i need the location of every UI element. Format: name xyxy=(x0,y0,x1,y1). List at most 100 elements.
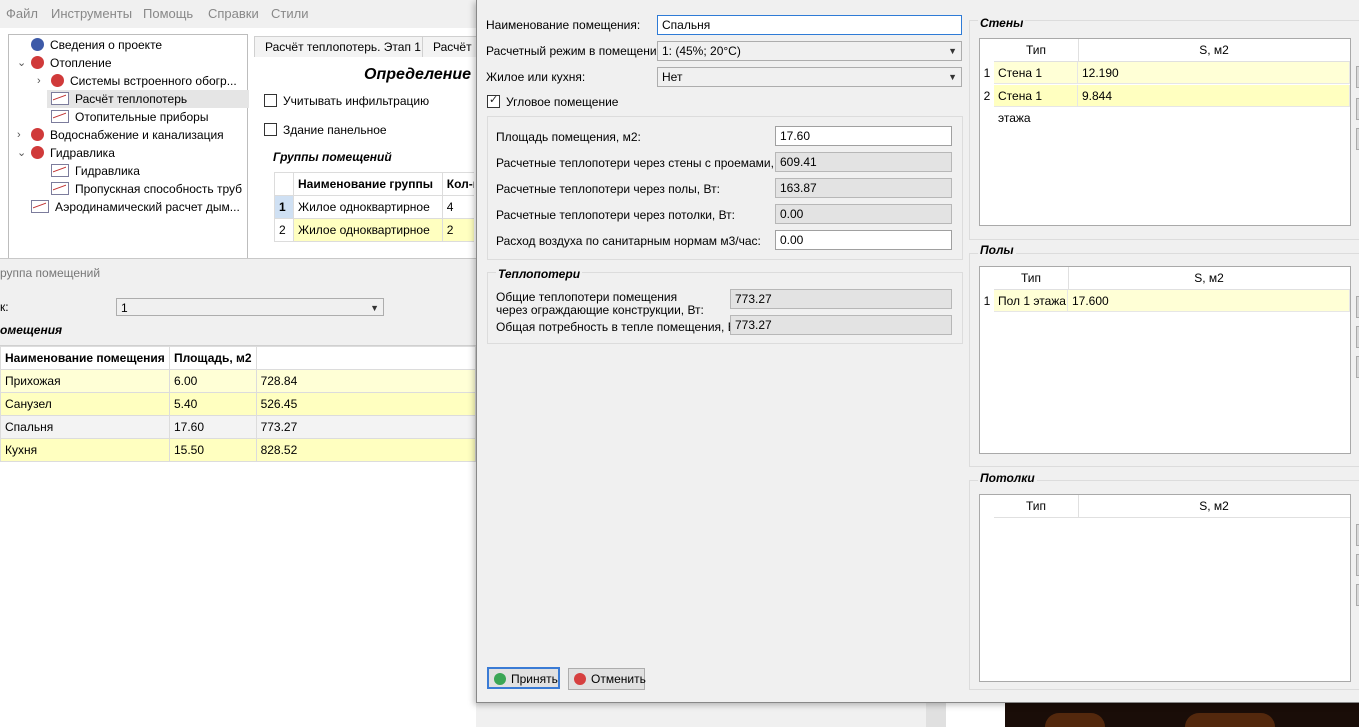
walls-loss-value: 609.41 xyxy=(775,152,952,172)
chart-icon xyxy=(31,200,49,213)
chart-icon xyxy=(51,164,69,177)
accept-button[interactable]: Принять xyxy=(487,667,560,689)
infiltration-checkbox[interactable]: Учитывать инфильтрацию xyxy=(264,94,429,108)
check-icon xyxy=(494,673,506,685)
room-dialog: Наименование помещения: Спальня Расчетны… xyxy=(476,0,1359,703)
tree-item-water-supply[interactable]: › Водоснабжение и канализация xyxy=(17,126,224,144)
tree-item-hydraulics[interactable]: Гидравлика xyxy=(51,162,140,180)
col-area: S, м2 xyxy=(1078,39,1350,62)
area-label: Площадь помещения, м2: xyxy=(496,130,641,144)
rooms-table[interactable]: Наименование помещения Площадь, м2 Прихо… xyxy=(0,345,477,728)
page-title: Определение xyxy=(364,66,472,83)
table-row[interactable]: Санузел 5.40 526.45 xyxy=(0,392,477,416)
walls-loss-label: Расчетные теплопотери через стены с прое… xyxy=(496,156,794,170)
air-flow-label: Расход воздуха по санитарным нормам м3/ч… xyxy=(496,234,761,248)
col-area: S, м2 xyxy=(1068,267,1350,290)
living-select[interactable]: Нет ▼ xyxy=(657,67,962,87)
total-need-value: 773.27 xyxy=(730,315,952,335)
col-area: Площадь, м2 xyxy=(169,346,257,370)
rooms-section-title: омещения xyxy=(0,323,63,337)
chevron-down-icon: ▼ xyxy=(370,303,379,313)
scrollbar[interactable] xyxy=(926,702,946,727)
tree-item-heat-loss[interactable]: Расчёт теплопотерь xyxy=(47,90,249,108)
living-label: Жилое или кухня: xyxy=(486,70,586,84)
area-input[interactable]: 17.60 xyxy=(775,126,952,146)
col-count: Кол-во xyxy=(441,172,474,196)
desktop-wallpaper xyxy=(1005,702,1359,727)
chevron-right-icon[interactable]: › xyxy=(37,72,41,90)
menu-styles[interactable]: Стили xyxy=(271,6,308,21)
ceilings-title: Потолки xyxy=(978,471,1037,485)
total-loss-label-line1: Общие теплопотери помещения xyxy=(496,290,678,304)
col-type: Тип xyxy=(994,495,1079,518)
walls-table[interactable]: Тип S, м2 1 Стена 1 этажа 12.190 2 Стена… xyxy=(979,38,1351,226)
chevron-down-icon: ▼ xyxy=(948,46,957,56)
gear-icon xyxy=(31,128,44,141)
chart-icon xyxy=(51,92,69,105)
floors-loss-value: 163.87 xyxy=(775,178,952,198)
mode-select[interactable]: 1: (45%; 20°C) ▼ xyxy=(657,41,962,61)
table-row[interactable]: Прихожая 6.00 728.84 xyxy=(0,369,477,393)
panel-building-checkbox[interactable]: Здание панельное xyxy=(264,123,387,137)
window-edge xyxy=(476,702,926,727)
col-type: Тип xyxy=(994,267,1069,290)
cancel-button[interactable]: Отменить xyxy=(568,668,646,690)
ceilings-loss-label: Расчетные теплопотери через потолки, Вт: xyxy=(496,208,736,222)
gear-icon xyxy=(51,74,64,87)
tree-item-smoke-aerodynamics[interactable]: Аэродинамический расчет дым... xyxy=(31,198,240,216)
gear-icon xyxy=(31,146,44,159)
room-name-input[interactable]: Спальня xyxy=(657,15,962,35)
table-row[interactable]: 2 Жилое одноквартирное 2 xyxy=(274,218,474,242)
col-area: S, м2 xyxy=(1078,495,1350,518)
floors-table[interactable]: Тип S, м2 1 Пол 1 этажа 17.600 xyxy=(979,266,1351,454)
mode-label: Расчетный режим в помещении: xyxy=(486,44,667,58)
tab-heat-loss-stage-2[interactable]: Расчёт т xyxy=(422,36,478,57)
corner-room-checkbox[interactable]: Угловое помещение xyxy=(487,93,618,109)
heat-losses-title: Теплопотери xyxy=(496,267,583,281)
total-need-label: Общая потребность в тепле помещения, Вт: xyxy=(496,320,745,334)
menu-references[interactable]: Справки xyxy=(208,6,259,21)
menu-tools[interactable]: Инструменты xyxy=(51,6,132,21)
col-type: Тип xyxy=(994,39,1079,62)
checkbox-checked-icon xyxy=(487,93,500,108)
tree-item-heating[interactable]: ⌄ Отопление xyxy=(17,54,112,72)
floors-loss-label: Расчетные теплопотери через полы, Вт: xyxy=(496,182,720,196)
chart-icon xyxy=(51,110,69,123)
tree-item-project-info[interactable]: Сведения о проекте xyxy=(31,36,162,54)
chevron-down-icon[interactable]: ⌄ xyxy=(17,144,26,162)
table-row[interactable]: 1 Жилое одноквартирное 4 xyxy=(274,195,474,219)
gear-icon xyxy=(31,56,44,69)
col-group-name: Наименование группы xyxy=(293,172,443,196)
total-loss-label-line2: через ограждающие конструкции, Вт: xyxy=(496,303,704,317)
floors-title: Полы xyxy=(978,243,1016,257)
col-room-name: Наименование помещения xyxy=(0,346,170,370)
table-row[interactable]: Спальня 17.60 773.27 xyxy=(0,415,477,439)
project-tree[interactable]: Сведения о проекте ⌄ Отопление › Системы… xyxy=(8,34,249,262)
air-flow-input[interactable]: 0.00 xyxy=(775,230,952,250)
col-loss xyxy=(255,346,477,370)
field-label: к: xyxy=(0,300,9,314)
window-title: руппа помещений xyxy=(0,266,101,280)
room-name-label: Наименование помещения: xyxy=(486,18,641,32)
room-groups-title: Группы помещений xyxy=(273,150,392,164)
ceilings-table[interactable]: Тип S, м2 xyxy=(979,494,1351,682)
tree-item-radiators[interactable]: Отопительные приборы xyxy=(51,108,208,126)
tab-heat-loss-stage-1[interactable]: Расчёт теплопотерь. Этап 1 xyxy=(254,36,432,57)
menu-file[interactable]: Файл xyxy=(6,6,38,21)
tree-item-hydraulics-group[interactable]: ⌄ Гидравлика xyxy=(17,144,115,162)
menu-help[interactable]: Помощь xyxy=(143,6,193,21)
tree-item-pipe-capacity[interactable]: Пропускная способность труб xyxy=(51,180,242,198)
walls-title: Стены xyxy=(978,16,1026,30)
chevron-right-icon[interactable]: › xyxy=(17,126,21,144)
chart-icon xyxy=(51,182,69,195)
tree-item-floor-heating[interactable]: › Системы встроенного обогр... xyxy=(37,72,237,90)
table-row[interactable]: Кухня 15.50 828.52 xyxy=(0,438,477,462)
total-loss-value: 773.27 xyxy=(730,289,952,309)
chevron-down-icon: ▼ xyxy=(948,72,957,82)
room-groups-table[interactable]: Наименование группы Кол-во 1 Жилое однок… xyxy=(274,172,474,242)
ceilings-loss-value: 0.00 xyxy=(775,204,952,224)
group-select[interactable]: 1 ▼ xyxy=(116,298,384,316)
cancel-icon xyxy=(574,673,586,685)
gear-icon xyxy=(31,38,44,51)
chevron-down-icon[interactable]: ⌄ xyxy=(17,54,26,72)
